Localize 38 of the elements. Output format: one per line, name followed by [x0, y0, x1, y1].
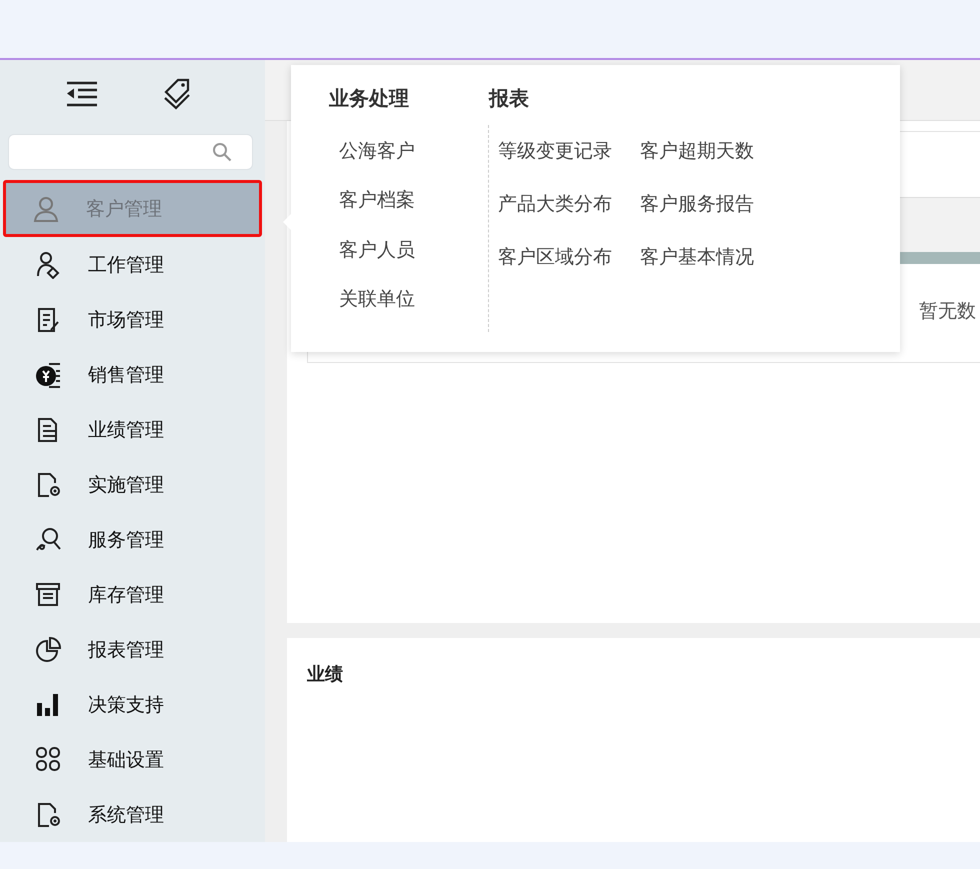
group-heading: 业务处理	[329, 85, 409, 112]
menu-item[interactable]: 实施管理	[3, 457, 262, 512]
menu-item[interactable]: 服务管理	[3, 512, 262, 567]
submenu-link[interactable]: 客户区域分布	[498, 241, 612, 294]
menu-item[interactable]: 市场管理	[3, 292, 262, 347]
collapse-menu-icon[interactable]	[66, 81, 98, 107]
search-icon	[212, 142, 232, 162]
submenu-link[interactable]: 关联单位	[339, 282, 432, 332]
tag-icon[interactable]	[162, 78, 192, 110]
people-icon	[35, 250, 62, 278]
menu-item[interactable]: 基础设置	[3, 732, 262, 787]
menu-item[interactable]: 决策支持	[3, 677, 262, 732]
archive-box-icon	[35, 580, 62, 608]
magnifier-person-icon	[35, 526, 62, 554]
menu-item[interactable]: 库存管理	[3, 567, 262, 622]
coin-list-icon	[35, 360, 62, 388]
submenu-link[interactable]: 客户基本情况	[640, 241, 754, 294]
menu-item[interactable]: 工作管理	[3, 237, 262, 292]
grid-icon	[35, 746, 62, 774]
submenu-link[interactable]: 等级变更记录	[498, 135, 612, 188]
menu-item[interactable]: 系统管理	[3, 787, 262, 842]
menu-item[interactable]: 业绩管理	[3, 402, 262, 457]
menu-item[interactable]: 销售管理	[3, 347, 262, 402]
pie-chart-icon	[35, 636, 62, 664]
empty-message: 暂无数	[919, 299, 976, 324]
submenu-link[interactable]: 客户档案	[339, 184, 432, 234]
document-gear-icon	[35, 470, 62, 498]
submenu-link[interactable]: 产品大类分布	[498, 188, 612, 241]
submenu-link[interactable]: 客户服务报告	[640, 188, 754, 241]
group-heading: 报表	[489, 85, 529, 112]
card-title: 业绩	[307, 663, 343, 686]
submenu-link[interactable]: 客户超期天数	[640, 135, 754, 188]
search-field[interactable]	[8, 134, 253, 170]
menu-item[interactable]: 报表管理	[3, 622, 262, 677]
submenu-link[interactable]: 客户人员	[339, 234, 432, 283]
person-icon	[33, 194, 60, 222]
submenu-link[interactable]: 公海客户	[339, 135, 432, 184]
document-gear-icon	[35, 800, 62, 828]
